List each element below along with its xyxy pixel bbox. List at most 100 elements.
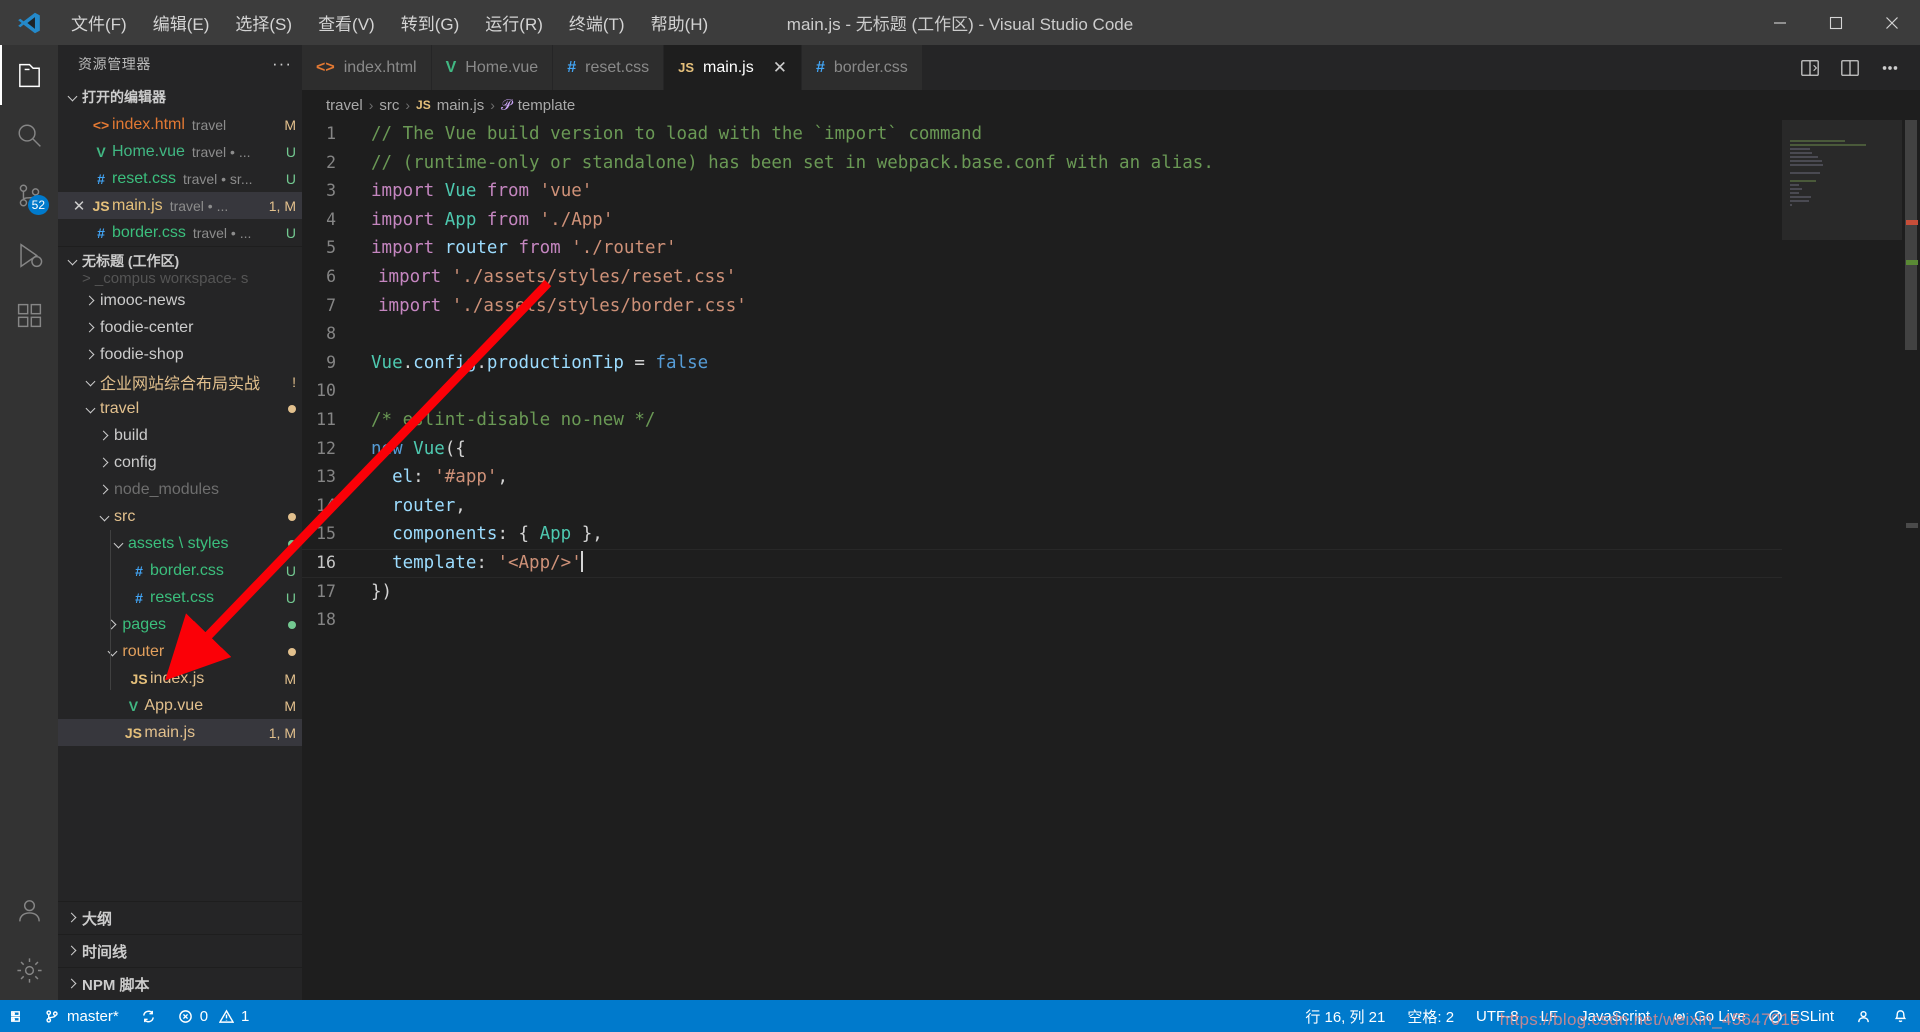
maximize-button[interactable] bbox=[1808, 0, 1864, 45]
split-editor-vertical-icon[interactable] bbox=[1800, 58, 1820, 78]
editor-scrollbar[interactable] bbox=[1902, 120, 1920, 1000]
section-workspace[interactable]: 无标题 (工作区) bbox=[58, 246, 302, 275]
activity-extensions[interactable] bbox=[0, 285, 58, 345]
code-line[interactable]: 9 Vue.config.productionTip = false bbox=[302, 349, 1782, 378]
tree-row[interactable]: router bbox=[58, 638, 302, 665]
chevron-right-icon[interactable] bbox=[82, 346, 100, 364]
chevron-right-icon[interactable] bbox=[82, 319, 100, 337]
menu-item-help[interactable]: 帮助(H) bbox=[638, 6, 722, 39]
menu-item-run[interactable]: 运行(R) bbox=[472, 6, 556, 39]
close-icon[interactable]: ✕ bbox=[68, 197, 90, 215]
tab-close-icon[interactable]: ✕ bbox=[773, 58, 787, 78]
tree-row[interactable]: pages bbox=[58, 611, 302, 638]
editor-tab[interactable]: V Home.vue bbox=[431, 45, 554, 90]
status-problems[interactable]: 0 1 bbox=[167, 1000, 261, 1032]
code-line[interactable]: 14 router, bbox=[302, 492, 1782, 521]
chevron-down-icon[interactable] bbox=[96, 508, 114, 526]
tree-row[interactable]: V App.vue M bbox=[58, 692, 302, 719]
editor-tab[interactable]: JS main.js ✕ bbox=[664, 45, 802, 90]
menu-item-edit[interactable]: 编辑(E) bbox=[140, 6, 223, 39]
activity-account[interactable] bbox=[0, 880, 58, 940]
tree-row[interactable]: src bbox=[58, 503, 302, 530]
status-go-live[interactable]: Go Live bbox=[1661, 1000, 1757, 1032]
menu-item-view[interactable]: 查看(V) bbox=[305, 6, 388, 39]
section-open-editors[interactable]: 打开的编辑器 bbox=[58, 82, 302, 111]
status-sync[interactable] bbox=[130, 1000, 167, 1032]
explorer-more-icon[interactable]: ··· bbox=[272, 54, 292, 74]
chevron-right-icon[interactable] bbox=[96, 427, 114, 445]
chevron-down-icon[interactable] bbox=[104, 643, 122, 661]
chevron-right-icon[interactable] bbox=[82, 292, 100, 310]
chevron-down-icon[interactable] bbox=[82, 373, 100, 391]
breadcrumb-mainjs[interactable]: main.js bbox=[437, 97, 485, 114]
panel-npm-scripts[interactable]: NPM 脚本 bbox=[58, 967, 302, 1000]
status-eol[interactable]: LF bbox=[1530, 1000, 1570, 1032]
code-line[interactable]: 18 bbox=[302, 606, 1782, 635]
tree-row[interactable]: node_modules bbox=[58, 476, 302, 503]
status-encoding[interactable]: UTF-8 bbox=[1465, 1000, 1530, 1032]
code-line[interactable]: 16 template: '<App/>' bbox=[302, 549, 1782, 578]
tree-row[interactable]: foodie-shop bbox=[58, 341, 302, 368]
code-line[interactable]: 5 import router from './router' bbox=[302, 234, 1782, 263]
status-indentation[interactable]: 空格: 2 bbox=[1396, 1000, 1465, 1032]
code-line[interactable]: 8 bbox=[302, 320, 1782, 349]
status-language-mode[interactable]: JavaScript bbox=[1569, 1000, 1661, 1032]
code-line[interactable]: 10 bbox=[302, 377, 1782, 406]
activity-explorer[interactable] bbox=[0, 45, 58, 105]
status-cursor-position[interactable]: 行 16, 列 21 bbox=[1294, 1000, 1396, 1032]
tree-row[interactable]: build bbox=[58, 422, 302, 449]
tree-row[interactable]: config bbox=[58, 449, 302, 476]
tree-row[interactable]: JS index.js M bbox=[58, 665, 302, 692]
panel-outline[interactable]: 大纲 bbox=[58, 901, 302, 934]
status-eslint[interactable]: ESLint bbox=[1757, 1000, 1845, 1032]
code-line[interactable]: 17}) bbox=[302, 578, 1782, 607]
editor-tab[interactable]: <> index.html bbox=[302, 45, 432, 90]
tree-row[interactable]: JS main.js 1, M bbox=[58, 719, 302, 746]
code-content[interactable]: 1 // The Vue build version to load with t… bbox=[302, 120, 1782, 1000]
minimize-button[interactable] bbox=[1752, 0, 1808, 45]
activity-search[interactable] bbox=[0, 105, 58, 165]
activity-settings[interactable] bbox=[0, 940, 58, 1000]
menu-item-selection[interactable]: 选择(S) bbox=[222, 6, 305, 39]
tree-row[interactable]: imooc-news bbox=[58, 287, 302, 314]
status-branch[interactable]: master* bbox=[34, 1000, 130, 1032]
chevron-right-icon[interactable] bbox=[96, 481, 114, 499]
status-account[interactable] bbox=[1845, 1000, 1882, 1032]
chevron-down-icon[interactable] bbox=[110, 535, 128, 553]
open-editor-item[interactable]: # reset.css travel • sr... U bbox=[58, 165, 302, 192]
code-line[interactable]: 1 // The Vue build version to load with t… bbox=[302, 120, 1782, 149]
breadcrumb-template[interactable]: template bbox=[518, 97, 576, 114]
code-line[interactable]: 4 import App from './App' bbox=[302, 206, 1782, 235]
chevron-down-icon[interactable] bbox=[82, 400, 100, 418]
editor-tab[interactable]: # reset.css bbox=[553, 45, 665, 90]
code-line[interactable]: 3 import Vue from 'vue' bbox=[302, 177, 1782, 206]
menu-item-terminal[interactable]: 终端(T) bbox=[556, 6, 638, 39]
code-line[interactable]: 12 new Vue({ bbox=[302, 435, 1782, 464]
activity-run-debug[interactable] bbox=[0, 225, 58, 285]
code-line[interactable]: 13 el: '#app', bbox=[302, 463, 1782, 492]
status-notifications[interactable] bbox=[1882, 1000, 1920, 1032]
open-editor-item[interactable]: <> index.html travel M bbox=[58, 111, 302, 138]
breadcrumb-travel[interactable]: travel bbox=[326, 97, 363, 114]
breadcrumb-src[interactable]: src bbox=[379, 97, 399, 114]
tree-row[interactable]: foodie-center bbox=[58, 314, 302, 341]
status-remote[interactable] bbox=[0, 1000, 34, 1032]
chevron-right-icon[interactable] bbox=[104, 616, 122, 634]
code-line[interactable]: 6 import './assets/styles/reset.css' bbox=[302, 263, 1782, 292]
code-line[interactable]: 11 /* eslint-disable no-new */ bbox=[302, 406, 1782, 435]
code-line[interactable]: 2 // (runtime-only or standalone) has bee… bbox=[302, 149, 1782, 178]
activity-source-control[interactable]: 52 bbox=[0, 165, 58, 225]
code-line[interactable]: 15 components: { App }, bbox=[302, 520, 1782, 549]
close-button[interactable] bbox=[1864, 0, 1920, 45]
menu-item-file[interactable]: 文件(F) bbox=[58, 6, 140, 39]
tree-row-partial[interactable]: > _compus workspace- s bbox=[58, 275, 302, 287]
scrollbar-thumb[interactable] bbox=[1905, 120, 1917, 350]
code-line[interactable]: 7 import './assets/styles/border.css' bbox=[302, 292, 1782, 321]
panel-timeline[interactable]: 时间线 bbox=[58, 934, 302, 967]
menu-item-go[interactable]: 转到(G) bbox=[388, 6, 473, 39]
tree-row[interactable]: # border.css U bbox=[58, 557, 302, 584]
tree-row[interactable]: # reset.css U bbox=[58, 584, 302, 611]
chevron-right-icon[interactable] bbox=[96, 454, 114, 472]
open-editor-item[interactable]: ✕ JS main.js travel • ... 1, M bbox=[58, 192, 302, 219]
tree-row[interactable]: assets \ styles bbox=[58, 530, 302, 557]
